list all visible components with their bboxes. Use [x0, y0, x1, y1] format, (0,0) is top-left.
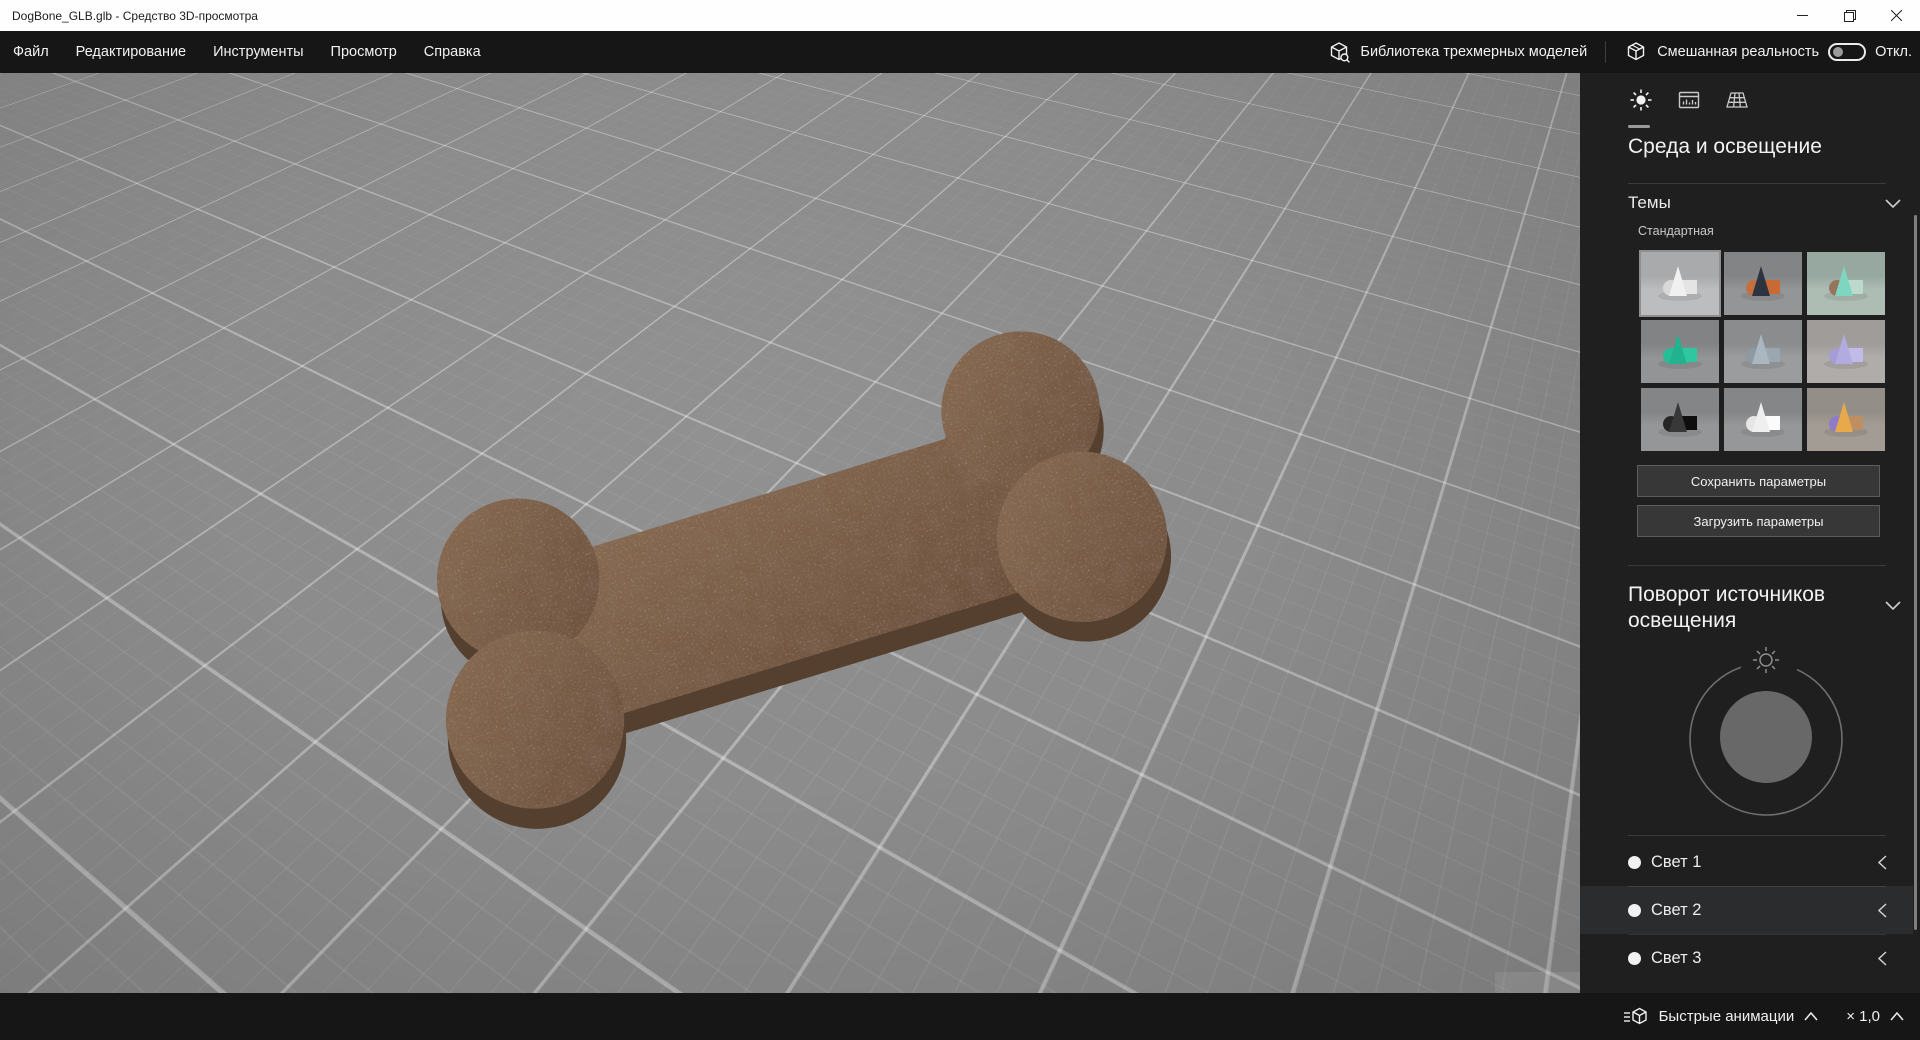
theme-thumbnail-3[interactable] — [1641, 320, 1719, 383]
tab-stats[interactable] — [1676, 87, 1702, 113]
chevron-left-icon[interactable] — [1878, 854, 1887, 870]
theme-thumbnail-7[interactable] — [1724, 388, 1802, 451]
minimize-icon — [1797, 15, 1808, 16]
tab-grid-settings[interactable] — [1724, 87, 1750, 113]
theme-preview-shapes — [1741, 402, 1785, 437]
chevron-up-icon[interactable] — [1890, 1012, 1904, 1021]
chevron-up-icon[interactable] — [1804, 1012, 1818, 1021]
toggle-knob — [1833, 47, 1844, 57]
theme-thumbnail-2[interactable] — [1807, 252, 1885, 315]
theme-preview-shapes — [1824, 334, 1868, 369]
chevron-left-icon[interactable] — [1878, 902, 1887, 918]
tab-environment-lighting[interactable] — [1628, 87, 1654, 113]
light-label: Свет 3 — [1651, 948, 1702, 967]
animations-cube-icon — [1623, 1007, 1647, 1024]
light-row-2[interactable]: Свет 2 — [1580, 886, 1913, 934]
panel-title: Среда и освещение — [1628, 135, 1822, 158]
animation-speed-control[interactable]: × 1,0 — [1828, 1008, 1904, 1025]
theme-grid — [1639, 250, 1888, 451]
menu-item-2[interactable]: Инструменты — [213, 44, 303, 60]
mixed-reality-cube-icon — [1627, 42, 1645, 61]
menu-item-4[interactable]: Справка — [424, 44, 481, 60]
window-controls — [1779, 0, 1920, 31]
mixed-reality-label: Смешанная реальность — [1657, 44, 1820, 60]
theme-thumbnail-1[interactable] — [1724, 252, 1802, 315]
divider — [1628, 565, 1886, 566]
mixed-reality-toggle[interactable] — [1828, 43, 1867, 61]
light-label: Свет 2 — [1651, 900, 1702, 919]
menu-item-3[interactable]: Просмотр — [331, 44, 397, 60]
theme-preview-shapes — [1658, 334, 1702, 369]
stats-icon — [1678, 91, 1700, 109]
restore-icon — [1843, 9, 1856, 22]
chevron-down-icon[interactable] — [1885, 601, 1901, 611]
restore-button[interactable] — [1826, 0, 1873, 31]
light-label: Свет 1 — [1651, 852, 1702, 871]
quick-animations-button[interactable]: Быстрые анимации — [1623, 1006, 1819, 1028]
panel-tabs — [1628, 87, 1750, 113]
light-color-swatch[interactable] — [1628, 951, 1641, 965]
chevron-down-icon[interactable] — [1885, 199, 1901, 209]
sun-icon — [1630, 89, 1652, 111]
title-bar: DogBone_GLB.glb - Средство 3D-просмотра — [0, 0, 1920, 31]
grid-icon — [1726, 92, 1748, 108]
close-button[interactable] — [1873, 0, 1920, 31]
theme-thumbnail-6[interactable] — [1641, 388, 1719, 451]
environment-panel: Среда и освещение Темы Стандартная Сохра… — [1580, 73, 1920, 993]
light-color-swatch[interactable] — [1628, 903, 1641, 917]
light-rotation-dial[interactable] — [1676, 645, 1856, 830]
divider — [1628, 835, 1886, 836]
mixed-reality-group: Смешанная реальность Откл. — [1624, 40, 1912, 64]
fading-tooltip — [1495, 972, 1580, 993]
speed-value: × 1,0 — [1846, 1008, 1880, 1025]
close-icon — [1891, 10, 1902, 21]
theme-thumbnail-0[interactable] — [1639, 250, 1721, 317]
dial-sun-icon — [1753, 647, 1779, 673]
theme-preview-shapes — [1824, 266, 1868, 301]
light-rotation-header[interactable]: Поворот источников освещения — [1628, 582, 1838, 634]
light-color-swatch[interactable] — [1628, 855, 1641, 869]
chevron-left-icon[interactable] — [1878, 950, 1887, 966]
menu-right-group: Библиотека трехмерных моделей Смешанная … — [1327, 31, 1912, 73]
menu-bar: Файл Редактирование Инструменты Просмотр Спр… — [0, 31, 1920, 73]
themes-header[interactable]: Темы — [1628, 193, 1671, 213]
panel-scrollbar[interactable] — [1914, 215, 1917, 930]
theme-preview-shapes — [1741, 334, 1785, 369]
window-title: DogBone_GLB.glb - Средство 3D-просмотра — [12, 8, 258, 23]
menu-item-0[interactable]: Файл — [13, 44, 49, 60]
theme-preview-shapes — [1658, 402, 1702, 437]
mixed-reality-state: Откл. — [1875, 44, 1912, 60]
save-settings-button[interactable]: Сохранить параметры — [1637, 465, 1880, 497]
quick-animations-label: Быстрые анимации — [1658, 1008, 1795, 1025]
theme-preview-shapes — [1824, 402, 1868, 437]
menu-item-1[interactable]: Редактирование — [76, 44, 186, 60]
viewport-3d[interactable] — [0, 73, 1580, 993]
theme-preview-shapes — [1741, 266, 1785, 301]
theme-thumbnail-5[interactable] — [1807, 320, 1885, 383]
light-row-1[interactable]: Свет 1 — [1580, 838, 1913, 886]
model-library-button[interactable]: Библиотека трехмерных моделей — [1327, 40, 1587, 64]
bottom-bar: Быстрые анимации × 1,0 — [0, 993, 1920, 1040]
theme-preview-shapes — [1658, 266, 1702, 301]
theme-thumbnail-4[interactable] — [1724, 320, 1802, 383]
light-row-3[interactable]: Свет 3 — [1580, 934, 1913, 982]
3d-viewer-window: DogBone_GLB.glb - Средство 3D-просмотра … — [0, 0, 1920, 1040]
minimize-button[interactable] — [1779, 0, 1826, 31]
main-menu: Файл Редактирование Инструменты Просмотр Спр… — [0, 44, 481, 60]
cube-magnifier-icon — [1331, 42, 1351, 63]
dial-knob[interactable] — [1720, 691, 1812, 783]
divider — [1628, 183, 1886, 184]
active-tab-underline — [1628, 125, 1650, 128]
model-library-label: Библиотека трехмерных моделей — [1360, 44, 1588, 60]
themes-group-label: Стандартная — [1638, 224, 1714, 238]
menu-divider — [1605, 41, 1607, 63]
load-settings-button[interactable]: Загрузить параметры — [1637, 505, 1880, 537]
theme-thumbnail-8[interactable] — [1807, 388, 1885, 451]
